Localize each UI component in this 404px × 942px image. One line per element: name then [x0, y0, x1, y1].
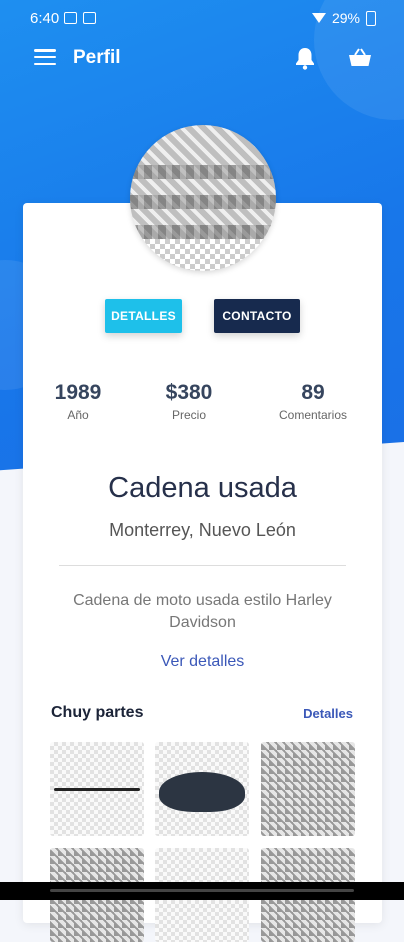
product-description: Cadena de moto usada estilo Harley David… — [73, 592, 332, 631]
status-bar: 6:40 29% — [0, 0, 404, 36]
stat-comments: 89 Comentarios — [258, 381, 368, 422]
stat-price: $380 Precio — [134, 381, 244, 422]
basket-icon[interactable] — [348, 48, 372, 68]
page-title: Perfil — [73, 47, 121, 68]
home-indicator[interactable] — [50, 889, 354, 892]
status-time: 6:40 — [30, 10, 60, 27]
battery-icon — [366, 10, 376, 26]
notification-icons — [64, 12, 96, 24]
seat-image — [159, 772, 245, 812]
see-details-link[interactable]: Ver detalles — [23, 653, 382, 671]
battery-percent: 29% — [331, 10, 360, 26]
product-thumbnail[interactable] — [50, 742, 144, 836]
stat-label: Precio — [171, 408, 206, 422]
product-avatar — [130, 125, 276, 271]
laptop-icon — [64, 12, 77, 24]
handlebar-image — [54, 788, 140, 791]
app-bar: Perfil — [0, 36, 404, 82]
wifi-icon — [311, 13, 326, 23]
stat-label: Comentarios — [278, 408, 348, 422]
contact-button[interactable]: CONTACTO — [214, 299, 300, 333]
shop-details-link[interactable]: Detalles — [303, 706, 353, 721]
product-thumbnail[interactable] — [155, 742, 249, 836]
stat-value: 89 — [301, 381, 325, 404]
stat-label: Año — [67, 408, 89, 422]
divider — [59, 565, 346, 566]
stat-value: $380 — [165, 381, 213, 404]
menu-icon[interactable] — [34, 49, 56, 65]
shop-name: Chuy partes — [51, 704, 144, 721]
product-thumbnail[interactable] — [261, 742, 355, 836]
stat-value: 1989 — [54, 381, 102, 404]
product-name: Cadena usada — [108, 472, 297, 504]
bell-icon[interactable] — [294, 46, 316, 70]
status-right: 29% — [311, 10, 376, 26]
stat-year: 1989 Año — [23, 381, 133, 422]
details-button[interactable]: DETALLES — [105, 299, 182, 333]
system-nav-bar — [0, 882, 404, 900]
image-icon — [83, 12, 96, 24]
product-location: Monterrey, Nuevo León — [109, 520, 296, 540]
